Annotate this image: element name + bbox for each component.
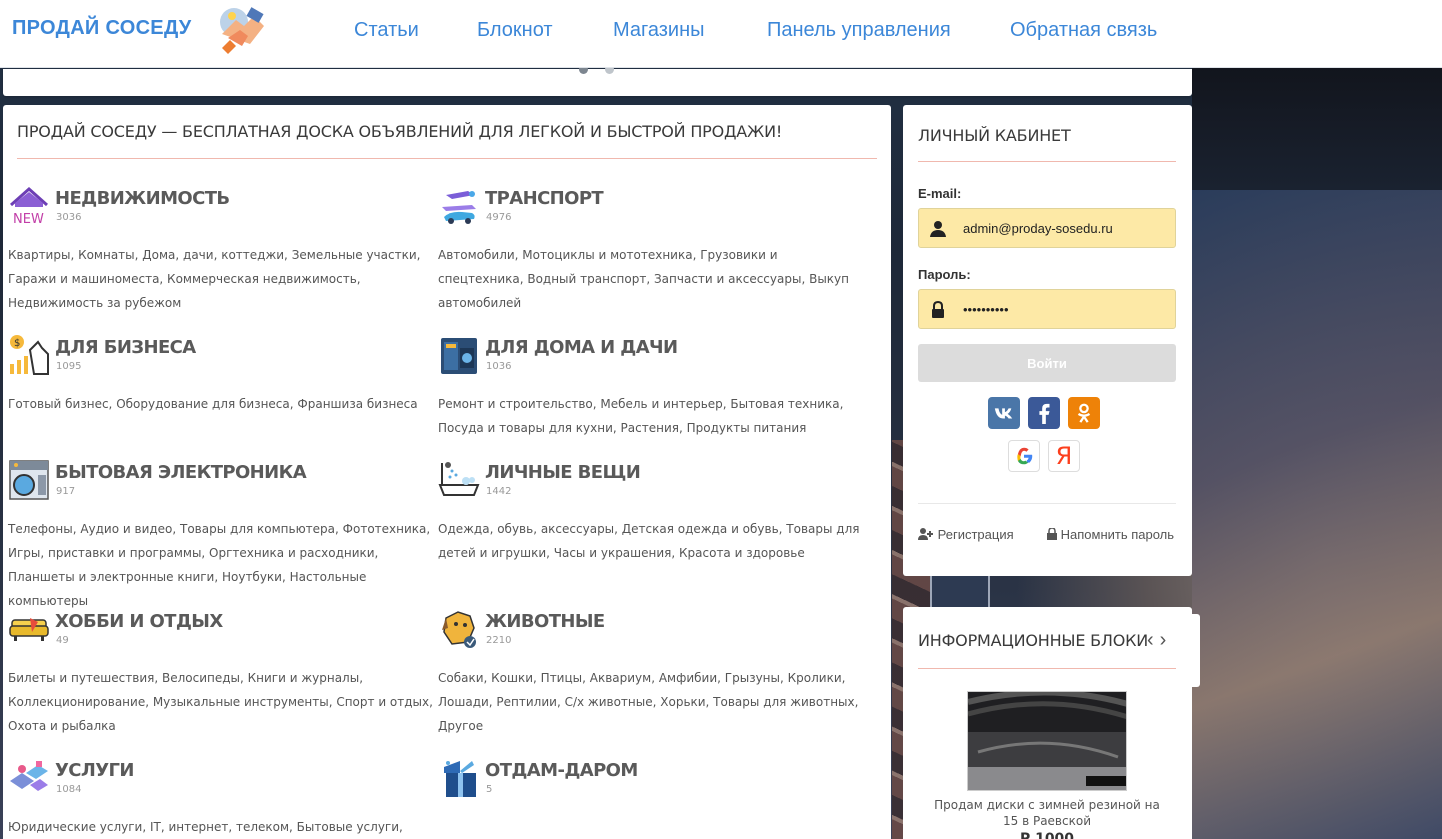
site-header: ПРОДАЙ СОСЕДУ Статьи Блокнот Магазины Па… [0, 0, 1442, 68]
yandex-icon[interactable]: Я [1048, 440, 1080, 472]
gift-icon[interactable] [438, 757, 480, 799]
category-count: 1036 [486, 361, 512, 372]
nav-item-dashboard[interactable]: Панель управления [767, 19, 951, 42]
category-subs[interactable]: Готовый бизнес, Оборудование для бизнеса… [8, 392, 433, 416]
category-name[interactable]: ЛИЧНЫЕ ВЕЩИ [485, 462, 641, 483]
info-divider [918, 668, 1176, 669]
login-footer-divider [918, 503, 1176, 504]
category-count: 5 [486, 784, 493, 795]
category-subs[interactable]: Автомобили, Мотоциклы и мототехника, Гру… [438, 243, 863, 315]
category-count: 1442 [486, 486, 512, 497]
dog-icon[interactable] [438, 608, 480, 650]
category-name[interactable]: ТРАНСПОРТ [485, 188, 604, 209]
email-label: E-mail: [918, 186, 962, 201]
category-name[interactable]: ДЛЯ ДОМА И ДАЧИ [485, 337, 678, 358]
remind-label: Напомнить пароль [1060, 527, 1175, 542]
category-subs[interactable]: Ремонт и строительство, Мебель и интерье… [438, 392, 863, 440]
odnoklassniki-icon[interactable] [1068, 397, 1100, 429]
business-growth-icon[interactable]: $ [8, 334, 50, 376]
login-panel: ЛИЧНЫЙ КАБИНЕТ E-mail: Пароль: Войти Я [903, 105, 1192, 576]
login-divider [918, 161, 1176, 162]
chevron-right-icon[interactable]: › [1160, 629, 1167, 651]
category-subs[interactable]: Телефоны, Аудио и видео, Товары для комп… [8, 517, 433, 613]
house-new-icon[interactable]: NEW [8, 185, 50, 227]
category-count: 49 [56, 635, 69, 646]
info-tab-edge [1192, 614, 1200, 687]
category-name[interactable]: ОТДАМ-ДАРОМ [485, 760, 638, 781]
page-title: ПРОДАЙ СОСЕДУ — БЕСПЛАТНАЯ ДОСКА ОБЪЯВЛЕ… [17, 122, 783, 141]
login-button[interactable]: Войти [918, 344, 1176, 382]
email-input[interactable] [963, 217, 1168, 239]
nav-item-notebook[interactable]: Блокнот [477, 19, 553, 42]
category-count: 4976 [486, 212, 512, 223]
nav-item-articles[interactable]: Статьи [354, 19, 419, 42]
title-divider [17, 158, 877, 159]
sofa-icon[interactable] [8, 608, 50, 650]
nav-item-feedback[interactable]: Обратная связь [1010, 19, 1157, 42]
info-carousel-controls: ‹ › [1147, 629, 1172, 652]
user-plus-icon [918, 528, 933, 540]
category-count: 1084 [56, 784, 82, 795]
services-icon[interactable] [8, 757, 50, 799]
tire-photo-icon [968, 692, 1126, 790]
remind-password-link[interactable]: Напомнить пароль [1047, 527, 1174, 542]
category-name[interactable]: БЫТОВАЯ ЭЛЕКТРОНИКА [55, 462, 307, 483]
slider-strip [3, 65, 1192, 96]
item-price: Р 1000 [1019, 831, 1075, 839]
login-title: ЛИЧНЫЙ КАБИНЕТ [918, 126, 1071, 145]
bathtub-icon[interactable] [438, 459, 480, 501]
category-count: 2210 [486, 635, 512, 646]
item-caption[interactable]: Продам диски с зимней резиной на 15 в Ра… [927, 797, 1167, 829]
email-field-wrapper [918, 208, 1176, 248]
password-field-wrapper [918, 289, 1176, 329]
lock-small-icon [1047, 527, 1057, 540]
nav-item-shops[interactable]: Магазины [613, 19, 705, 42]
category-name[interactable]: УСЛУГИ [55, 760, 134, 781]
category-subs[interactable]: Квартиры, Комнаты, Дома, дачи, коттеджи,… [8, 243, 433, 315]
info-title: ИНФОРМАЦИОННЫЕ БЛОКИ [918, 631, 1149, 650]
category-subs[interactable]: Собаки, Кошки, Птицы, Аквариум, Амфибии,… [438, 666, 863, 738]
category-name[interactable]: ЖИВОТНЫЕ [485, 611, 605, 632]
category-count: 917 [56, 486, 76, 497]
chevron-left-icon[interactable]: ‹ [1147, 629, 1154, 651]
main-nav: Статьи Блокнот Магазины Панель управлени… [0, 19, 1442, 47]
google-icon[interactable] [1008, 440, 1040, 472]
facebook-icon[interactable] [1028, 397, 1060, 429]
password-input[interactable] [963, 298, 1168, 320]
washing-machine-icon[interactable] [8, 459, 50, 501]
vk-icon[interactable] [988, 397, 1020, 429]
info-blocks-panel: ИНФОРМАЦИОННЫЕ БЛОКИ ‹ › Продам диски с з… [903, 607, 1192, 839]
vehicles-icon[interactable] [438, 185, 480, 227]
register-link[interactable]: Регистрация [918, 527, 1014, 542]
home-appliances-icon[interactable] [438, 334, 480, 376]
svg-text:$: $ [14, 338, 20, 349]
categories-panel: ПРОДАЙ СОСЕДУ — БЕСПЛАТНАЯ ДОСКА ОБЪЯВЛЕ… [3, 105, 891, 839]
category-subs[interactable]: Билеты и путешествия, Велосипеды, Книги … [8, 666, 433, 738]
category-subs[interactable]: Одежда, обувь, аксессуары, Детская одежд… [438, 517, 863, 565]
category-name[interactable]: ХОББИ И ОТДЫХ [55, 611, 223, 632]
lock-icon [932, 301, 944, 318]
category-name[interactable]: ДЛЯ БИЗНЕСА [55, 337, 196, 358]
password-label: Пароль: [918, 267, 971, 282]
svg-text:NEW: NEW [13, 212, 44, 227]
category-count: 1095 [56, 361, 82, 372]
category-subs[interactable]: Юридические услуги, IT, интернет, телеко… [8, 815, 433, 839]
register-label: Регистрация [937, 527, 1014, 542]
user-icon [930, 221, 946, 237]
category-count: 3036 [56, 212, 82, 223]
item-photo[interactable] [967, 691, 1127, 791]
category-name[interactable]: НЕДВИЖИМОСТЬ [55, 188, 230, 209]
